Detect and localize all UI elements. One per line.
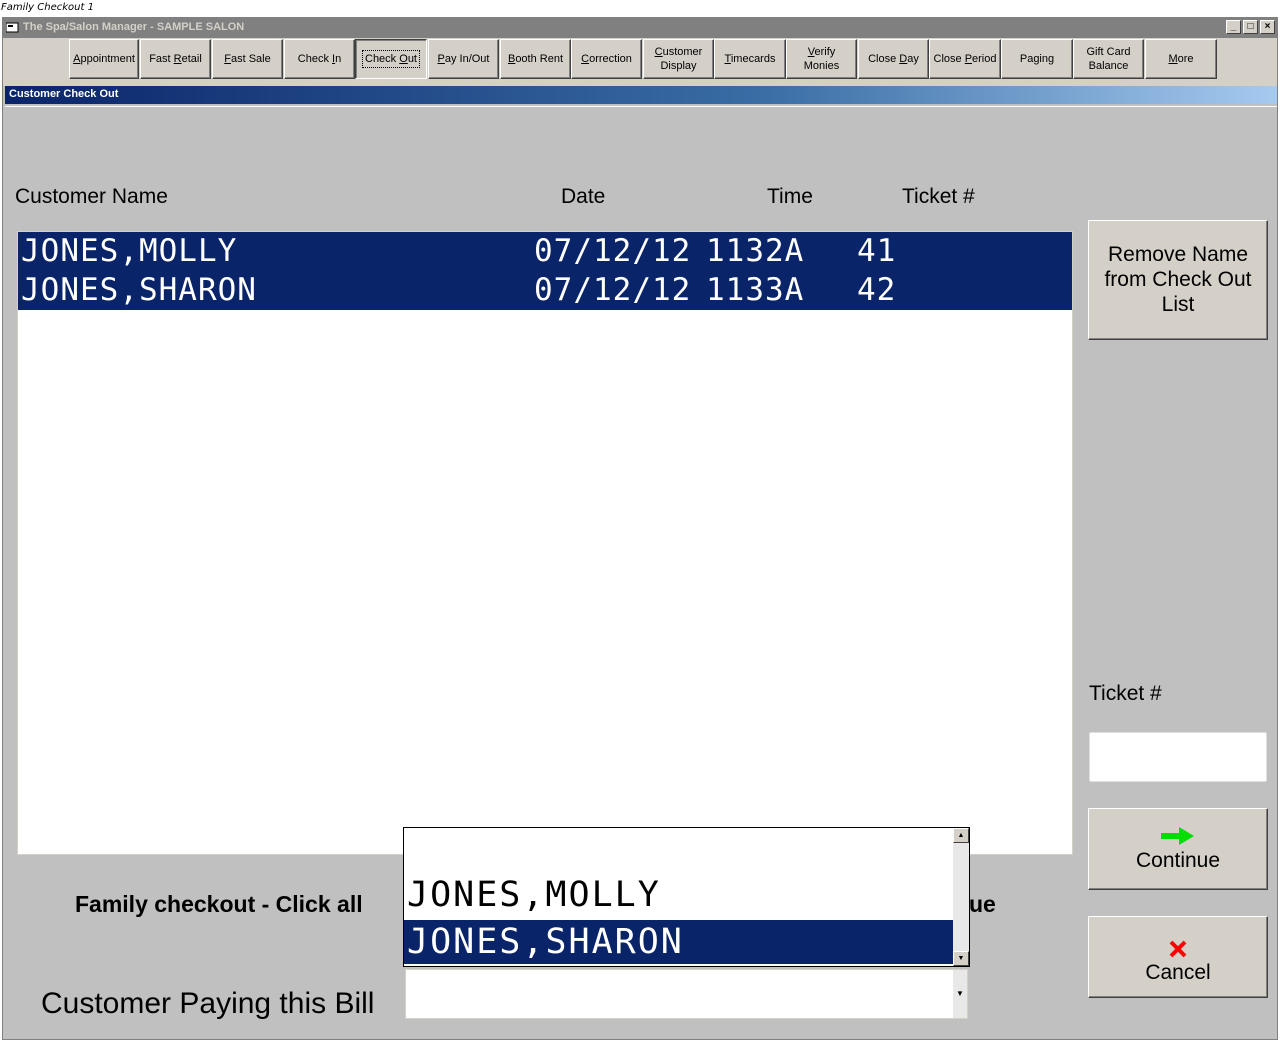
verify-monies-button[interactable]: Verify Monies xyxy=(786,39,857,79)
column-header-ticket: Ticket # xyxy=(902,185,975,208)
arrow-right-icon xyxy=(1161,827,1194,845)
list-item[interactable]: JONES,SHARON 07/12/12 1133A 42 xyxy=(18,271,1072,310)
ticket-number: 42 xyxy=(857,272,897,308)
window-title: The Spa/Salon Manager - SAMPLE SALON xyxy=(23,21,245,33)
continue-button[interactable]: Continue xyxy=(1088,808,1268,890)
chevron-down-icon[interactable]: ▼ xyxy=(953,970,967,1018)
customer-name: JONES,SHARON xyxy=(21,272,257,308)
check-in-button[interactable]: Check In xyxy=(284,39,355,79)
appointment-button[interactable]: Appointment xyxy=(69,39,139,79)
minimize-icon[interactable]: _ xyxy=(1226,20,1241,34)
cancel-button[interactable]: Cancel xyxy=(1088,916,1268,998)
correction-button[interactable]: Correction xyxy=(571,39,642,79)
column-header-date: Date xyxy=(561,185,606,208)
checkout-time: 1132A xyxy=(706,233,805,269)
customer-paying-combobox[interactable]: ▼ xyxy=(405,969,968,1019)
customer-name: JONES,MOLLY xyxy=(21,233,238,269)
ticket-label: Ticket # xyxy=(1089,682,1162,705)
x-icon xyxy=(1169,940,1187,958)
maximize-icon[interactable]: □ xyxy=(1243,20,1258,34)
checkout-listbox[interactable]: JONES,MOLLY 07/12/12 1132A 41 JONES,SHAR… xyxy=(17,231,1073,855)
customer-display-button[interactable]: Customer Display xyxy=(643,39,714,79)
family-checkout-instruction-end: ue xyxy=(969,891,996,917)
dropdown-option-selected[interactable]: JONES,SHARON xyxy=(404,920,953,964)
close-period-button[interactable]: Close Period xyxy=(929,39,1001,79)
scroll-down-icon[interactable]: ▼ xyxy=(953,951,969,966)
main-window: The Spa/Salon Manager - SAMPLE SALON _ □… xyxy=(2,17,1278,1040)
window-caption: Family Checkout 1 xyxy=(0,0,1280,17)
column-header-time: Time xyxy=(767,185,813,208)
more-button[interactable]: More xyxy=(1145,39,1217,79)
checkout-time: 1133A xyxy=(706,272,805,308)
close-icon[interactable]: × xyxy=(1260,20,1275,34)
check-out-button[interactable]: Check Out xyxy=(355,39,427,79)
toolbar: Appointment Fast Retail Fast Sale Check … xyxy=(3,38,1277,86)
pay-in-out-button[interactable]: Pay In/Out xyxy=(428,39,499,79)
timecards-button[interactable]: Timecards xyxy=(714,39,786,79)
dropdown-option[interactable]: JONES,MOLLY xyxy=(404,873,953,917)
ticket-number: 41 xyxy=(857,233,897,269)
list-item[interactable]: JONES,MOLLY 07/12/12 1132A 41 xyxy=(18,232,1072,271)
scroll-up-icon[interactable]: ▲ xyxy=(953,828,969,843)
checkout-panel: Customer Name Date Time Ticket # JONES,M… xyxy=(5,106,1277,1039)
customer-paying-label: Customer Paying this Bill xyxy=(41,987,375,1020)
section-title: Customer Check Out xyxy=(5,86,1277,104)
column-header-name: Customer Name xyxy=(15,185,168,208)
payer-dropdown-list[interactable]: JONES,MOLLY JONES,SHARON ▲ ▼ xyxy=(403,827,970,967)
checkout-date: 07/12/12 xyxy=(534,233,692,269)
gift-card-balance-button[interactable]: Gift Card Balance xyxy=(1073,39,1144,79)
fast-retail-button[interactable]: Fast Retail xyxy=(140,39,211,79)
paging-button[interactable]: Paging xyxy=(1001,39,1073,79)
dropdown-scrollbar[interactable]: ▲ ▼ xyxy=(953,828,969,966)
close-day-button[interactable]: Close Day xyxy=(858,39,929,79)
fast-sale-button[interactable]: Fast Sale xyxy=(212,39,283,79)
booth-rent-button[interactable]: Booth Rent xyxy=(500,39,571,79)
title-bar[interactable]: The Spa/Salon Manager - SAMPLE SALON _ □… xyxy=(3,18,1277,38)
family-checkout-instruction: Family checkout - Click all xyxy=(75,891,363,917)
remove-name-button[interactable]: Remove Name from Check Out List xyxy=(1088,220,1268,340)
checkout-date: 07/12/12 xyxy=(534,272,692,308)
ticket-input[interactable] xyxy=(1089,732,1267,782)
app-icon xyxy=(6,22,19,33)
